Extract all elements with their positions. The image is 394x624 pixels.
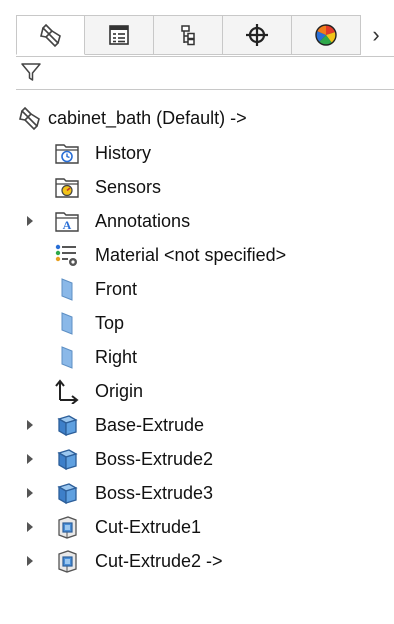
- origin-icon: [53, 377, 81, 405]
- tree-item-label: Top: [95, 312, 125, 333]
- extrude-feature-icon: [53, 411, 81, 439]
- crosshair-icon: [246, 24, 268, 46]
- tree-item-right-plane[interactable]: Right: [0, 340, 394, 374]
- tree-item-label: Origin: [95, 380, 144, 401]
- extrude-feature-icon: [53, 445, 81, 473]
- tree-item-annotations[interactable]: A Annotations: [0, 204, 394, 238]
- expand-arrow-icon[interactable]: [27, 488, 33, 498]
- filter-bar[interactable]: [16, 56, 394, 90]
- tree-root-label: cabinet_bath (Default) ->: [48, 107, 247, 128]
- feature-tree: cabinet_bath (Default) -> History Sensor…: [0, 100, 394, 578]
- tree-item-cut-extrude1[interactable]: Cut-Extrude1: [0, 510, 394, 544]
- material-icon: [53, 241, 81, 269]
- tree-item-label: Base-Extrude: [95, 414, 205, 435]
- tab-configuration-manager[interactable]: [154, 15, 223, 55]
- extrude-feature-icon: [53, 479, 81, 507]
- property-list-icon: [109, 25, 129, 45]
- tabs-more-chevron-icon[interactable]: ›: [361, 15, 391, 55]
- tree-item-cut-extrude2[interactable]: Cut-Extrude2 ->: [0, 544, 394, 578]
- tree-item-boss-extrude2[interactable]: Boss-Extrude2: [0, 442, 394, 476]
- tree-item-boss-extrude3[interactable]: Boss-Extrude3: [0, 476, 394, 510]
- tree-item-label: Right: [95, 346, 138, 367]
- tree-item-label: Cut-Extrude1: [95, 516, 202, 537]
- tree-item-sensors[interactable]: Sensors: [0, 170, 394, 204]
- tree-item-origin[interactable]: Origin: [0, 374, 394, 408]
- tree-item-label: Cut-Extrude2 ->: [95, 550, 223, 571]
- tree-item-base-extrude[interactable]: Base-Extrude: [0, 408, 394, 442]
- history-folder-icon: [53, 139, 81, 167]
- plane-icon: [53, 343, 81, 371]
- plane-icon: [53, 275, 81, 303]
- annotations-folder-icon: A: [53, 207, 81, 235]
- tab-display-manager[interactable]: [292, 15, 361, 55]
- svg-text:A: A: [63, 218, 72, 232]
- tree-item-label: Front: [95, 278, 138, 299]
- tab-dimxpert-manager[interactable]: [223, 15, 292, 55]
- cut-extrude-icon: [53, 513, 81, 541]
- plane-icon: [53, 309, 81, 337]
- tree-item-front-plane[interactable]: Front: [0, 272, 394, 306]
- feature-manager-panel: › cabinet_bath (Default) -> History Sens…: [0, 0, 394, 624]
- expand-arrow-icon[interactable]: [27, 420, 33, 430]
- manager-tab-bar: ›: [16, 15, 394, 55]
- tree-item-label: Material <not specified>: [95, 244, 287, 265]
- tree-item-label: Boss-Extrude2: [95, 448, 214, 469]
- tab-property-manager[interactable]: [85, 15, 154, 55]
- tree-item-history[interactable]: History: [0, 136, 394, 170]
- tree-item-label: Annotations: [95, 210, 191, 231]
- tree-item-label: Boss-Extrude3: [95, 482, 214, 503]
- tree-item-material[interactable]: Material <not specified>: [0, 238, 394, 272]
- filter-funnel-icon[interactable]: [20, 61, 42, 83]
- tree-item-label: Sensors: [95, 176, 162, 197]
- tab-feature-manager[interactable]: [16, 15, 85, 55]
- expand-arrow-icon[interactable]: [27, 522, 33, 532]
- tree-item-top-plane[interactable]: Top: [0, 306, 394, 340]
- tree-item-label: History: [95, 142, 152, 163]
- cut-extrude-icon: [53, 547, 81, 575]
- expand-arrow-icon[interactable]: [27, 454, 33, 464]
- part-icon: [16, 104, 44, 132]
- sensors-folder-icon: [53, 173, 81, 201]
- expand-arrow-icon[interactable]: [27, 556, 33, 566]
- tree-root-item[interactable]: cabinet_bath (Default) ->: [0, 100, 394, 136]
- part-icon: [39, 23, 61, 48]
- appearance-sphere-icon: [315, 24, 337, 46]
- expand-arrow-icon[interactable]: [27, 216, 33, 226]
- configuration-tree-icon: [181, 25, 195, 46]
